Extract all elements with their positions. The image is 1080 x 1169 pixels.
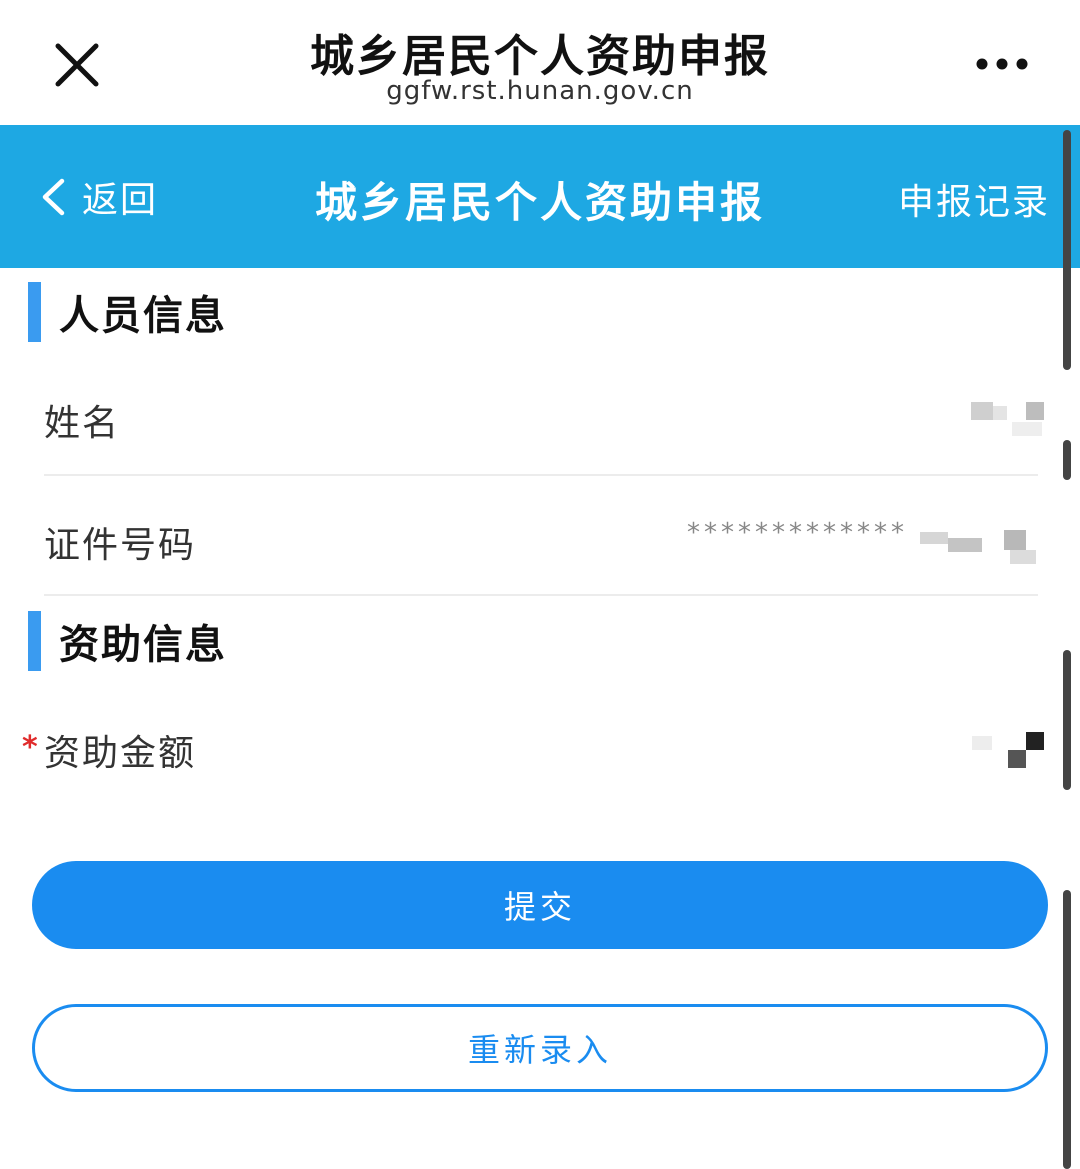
section-accent-bar	[28, 611, 41, 671]
amount-field-row[interactable]: * 资助金额	[22, 686, 1044, 806]
browser-bar: 城乡居民个人资助申报 ggfw.rst.hunan.gov.cn	[0, 0, 1080, 125]
section-accent-bar	[28, 282, 41, 342]
name-field-row: 姓名	[44, 356, 1044, 476]
browser-url: ggfw.rst.hunan.gov.cn	[386, 76, 694, 106]
section-title: 资助信息	[59, 622, 227, 668]
section-title: 人员信息	[59, 293, 227, 339]
amount-label: 资助金额	[44, 733, 197, 774]
section-personal-info: 人员信息	[28, 281, 227, 343]
id-number-label: 证件号码	[44, 525, 197, 566]
name-label: 姓名	[44, 403, 121, 444]
id-number-field-row: 证件号码 *************	[44, 476, 1038, 596]
reset-button[interactable]: 重新录入	[32, 1004, 1048, 1092]
more-icon[interactable]	[970, 52, 1034, 76]
browser-title: 城乡居民个人资助申报	[310, 31, 770, 82]
id-number-value: *************	[687, 518, 908, 548]
section-funding-info: 资助信息	[28, 610, 227, 672]
required-mark: *	[22, 730, 38, 765]
scrollbar[interactable]	[1063, 130, 1071, 1169]
app-header: 返回 城乡居民个人资助申报 申报记录	[0, 125, 1080, 268]
submit-button[interactable]: 提交	[32, 861, 1048, 949]
records-link[interactable]: 申报记录	[898, 173, 1050, 225]
